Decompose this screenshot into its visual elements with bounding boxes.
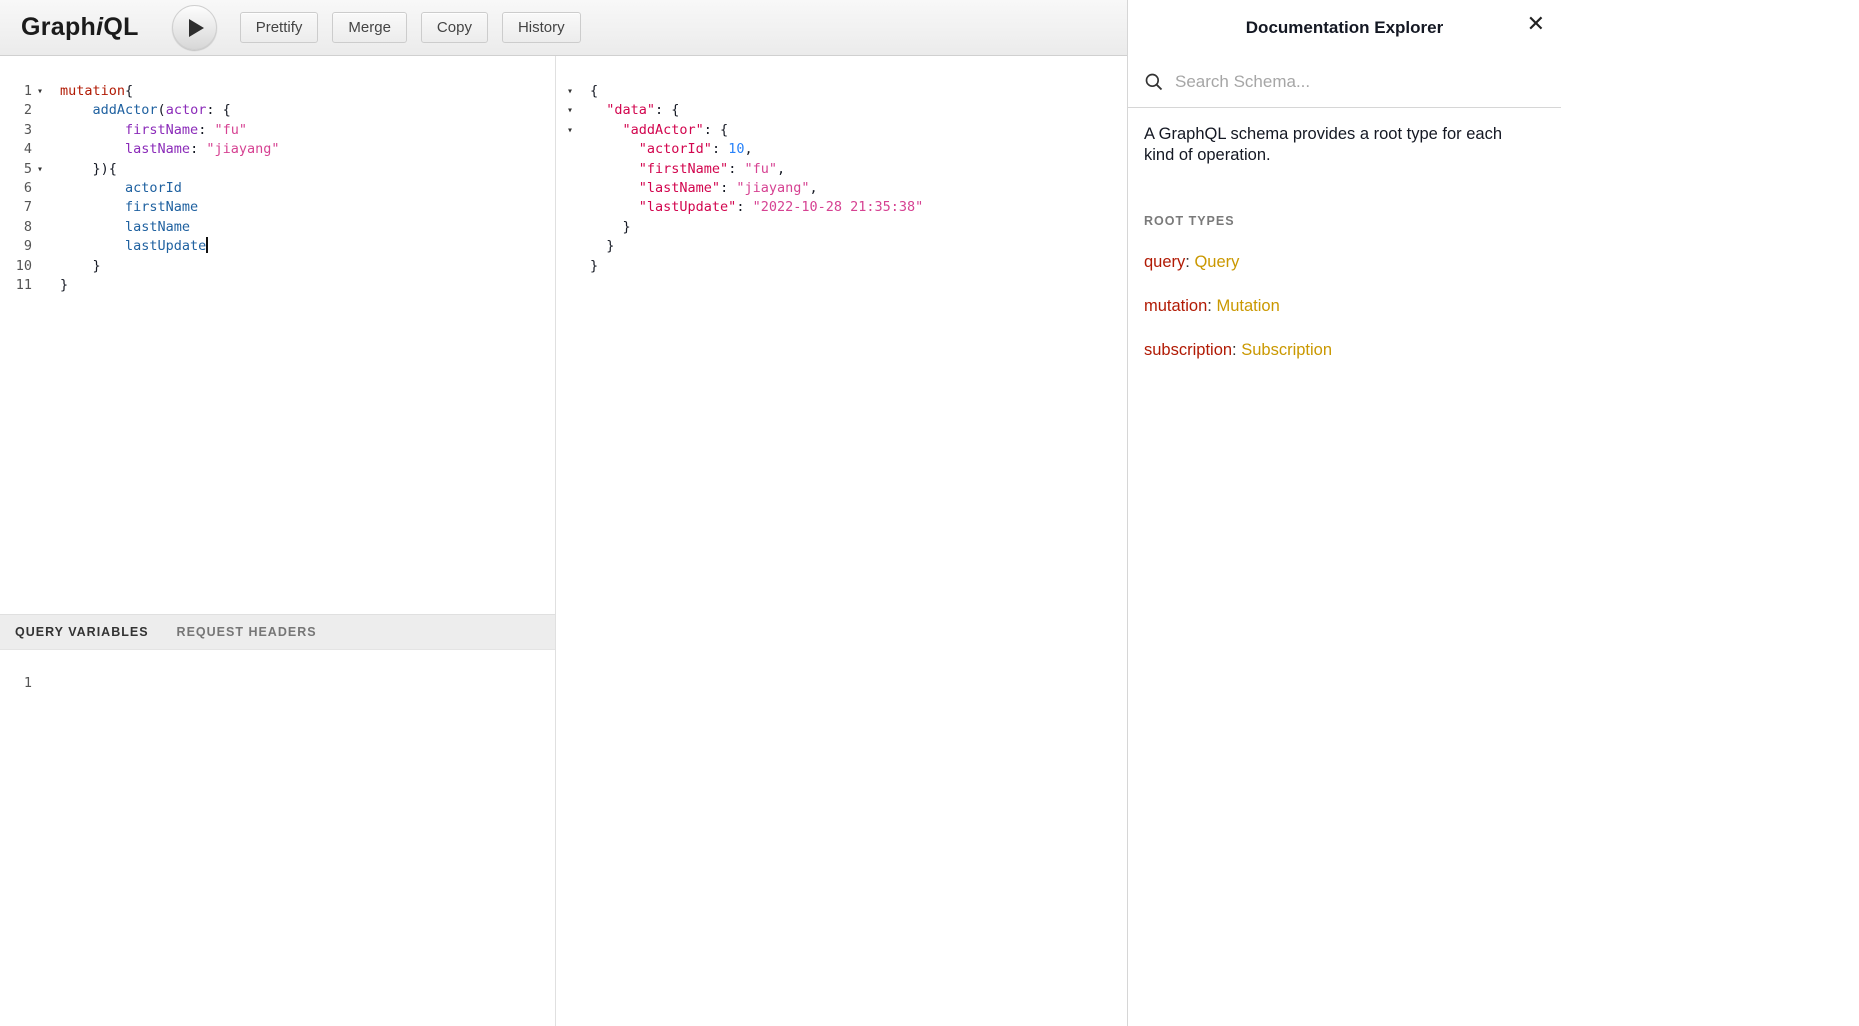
doc-explorer-header: Documentation Explorer ✕ [1128,0,1561,56]
code-line: lastName [60,218,555,237]
fold-toggle-icon[interactable]: ▾ [562,82,578,101]
tab-query-variables[interactable]: QUERY VARIABLES [15,625,149,639]
line-number: 9 [6,237,32,256]
line-number: 4 [6,140,32,159]
line-number: 1 [6,674,32,693]
query-pane: 1▾2345▾67891011 mutation{ addActor(actor… [0,56,556,1026]
variables-section: QUERY VARIABLES REQUEST HEADERS 1 [0,614,555,1026]
query-editor[interactable]: 1▾2345▾67891011 mutation{ addActor(actor… [0,56,555,614]
variables-tabs: QUERY VARIABLES REQUEST HEADERS [0,615,555,650]
root-type-keyword: subscription [1144,341,1232,359]
type-link-query[interactable]: Query [1194,253,1239,271]
doc-search-bar [1128,56,1561,108]
code-line: { [590,82,1127,101]
toolbar-button-copy[interactable]: Copy [421,12,488,43]
line-number: 1 [6,82,32,101]
code-line [60,674,555,693]
query-code: mutation{ addActor(actor: { firstName: "… [48,56,555,614]
code-line: "data": { [590,101,1127,120]
toolbar-buttons: Prettify Merge Copy History [240,12,581,43]
result-viewer: ▾▾▾ { "data": { "addActor": { "actorId":… [556,56,1127,1026]
toolbar-button-history[interactable]: History [502,12,581,43]
code-line: lastName: "jiayang" [60,140,555,159]
root-type-keyword: mutation [1144,297,1207,315]
editor-panes: 1▾2345▾67891011 mutation{ addActor(actor… [0,56,1127,1026]
play-icon [189,19,204,37]
close-icon[interactable]: ✕ [1527,13,1545,35]
code-line: }){ [60,160,555,179]
tab-request-headers[interactable]: REQUEST HEADERS [177,625,317,639]
doc-explorer-title: Documentation Explorer [1246,18,1443,38]
code-line: "addActor": { [590,121,1127,140]
root-type-mutation: mutation: Mutation [1144,297,1545,316]
line-number: 3 [6,121,32,140]
line-number: 10 [6,257,32,276]
code-line: lastUpdate [60,237,555,256]
variables-editor[interactable]: 1 [0,650,555,1026]
type-link-subscription[interactable]: Subscription [1241,341,1332,359]
toolbar-button-merge[interactable]: Merge [332,12,407,43]
line-number: 8 [6,218,32,237]
line-number: 7 [6,198,32,217]
result-fold-gutter: ▾▾▾ [556,56,578,1026]
text-cursor [206,237,208,253]
code-line: } [60,276,555,295]
line-number: 11 [6,276,32,295]
code-line: firstName [60,198,555,217]
code-line: firstName: "fu" [60,121,555,140]
root-types-heading: ROOT TYPES [1144,214,1545,228]
line-number: 5 [6,160,32,179]
variables-code [48,650,555,1026]
root-type-subscription: subscription: Subscription [1144,341,1545,360]
code-line: "actorId": 10, [590,140,1127,159]
code-line: mutation{ [60,82,555,101]
search-schema-input[interactable] [1175,72,1545,92]
execute-query-button[interactable] [172,5,217,50]
search-icon [1144,72,1164,92]
fold-toggle-icon[interactable]: ▾ [32,82,48,101]
code-line: actorId [60,179,555,198]
fold-toggle-icon[interactable]: ▾ [562,121,578,140]
fold-toggle-icon[interactable]: ▾ [562,101,578,120]
code-line: } [590,237,1127,256]
line-number: 6 [6,179,32,198]
topbar: GraphiQL Prettify Merge Copy History [0,0,1127,56]
code-line: } [60,257,555,276]
line-number: 2 [6,101,32,120]
root-type-separator: : [1232,341,1241,359]
logo-text-graph: Graph [21,13,96,41]
variables-gutter: 1 [0,650,48,1026]
root-type-query: query: Query [1144,253,1545,272]
root-type-keyword: query [1144,253,1185,271]
query-gutter: 1▾2345▾67891011 [0,56,48,614]
schema-intro-text: A GraphQL schema provides a root type fo… [1144,124,1536,166]
code-line: "lastName": "jiayang", [590,179,1127,198]
fold-toggle-icon[interactable]: ▾ [32,160,48,179]
code-line: "firstName": "fu", [590,160,1127,179]
graphiql-app: GraphiQL PrettifyMergeCopyHistory 1▾2345… [0,0,1859,1026]
code-line: "lastUpdate": "2022-10-28 21:35:38" [590,198,1127,217]
code-line: } [590,218,1127,237]
empty-area [1561,0,1859,1026]
logo-text-ql: QL [103,13,138,41]
root-types-list: query: Query mutation: Mutation subscripti… [1144,253,1545,360]
graphiql-logo: GraphiQL [21,13,139,42]
type-link-mutation[interactable]: Mutation [1216,297,1279,315]
code-line: } [590,257,1127,276]
graphiql-main: GraphiQL PrettifyMergeCopyHistory 1▾2345… [0,0,1128,1026]
toolbar-button-prettify[interactable]: Prettify [240,12,319,43]
result-code: { "data": { "addActor": { "actorId": 10,… [578,56,1127,1026]
code-line: addActor(actor: { [60,101,555,120]
documentation-explorer: Documentation Explorer ✕ A GraphQL schem… [1128,0,1561,1026]
